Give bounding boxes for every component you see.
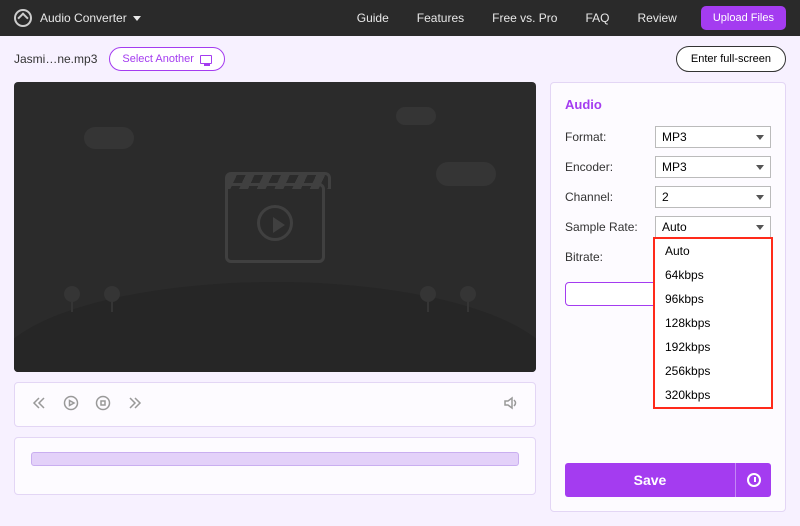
- format-label: Format:: [565, 130, 655, 144]
- channel-row: Channel: 2: [565, 186, 771, 208]
- nav-guide[interactable]: Guide: [357, 11, 389, 25]
- bitrate-dropdown: Auto 64kbps 96kbps 128kbps 192kbps 256kb…: [653, 237, 773, 409]
- select-another-button[interactable]: Select Another: [109, 47, 225, 71]
- playback-controls: [14, 382, 536, 427]
- monitor-icon: [200, 55, 212, 64]
- decoration-cloud: [84, 127, 134, 149]
- encoder-row: Encoder: MP3: [565, 156, 771, 178]
- chevron-down-icon: [133, 16, 141, 21]
- select-another-label: Select Another: [122, 53, 194, 65]
- play-button[interactable]: [63, 395, 79, 414]
- save-button[interactable]: Save: [565, 463, 735, 497]
- save-schedule-button[interactable]: [735, 463, 771, 497]
- format-value: MP3: [662, 130, 687, 144]
- nav-faq[interactable]: FAQ: [585, 11, 609, 25]
- save-row: Save: [565, 463, 771, 497]
- play-placeholder-icon: [257, 205, 293, 241]
- decoration-tree: [460, 282, 476, 312]
- chevron-down-icon: [756, 225, 764, 230]
- settings-panel: Audio Format: MP3 Encoder: MP3 Channel: …: [550, 82, 786, 512]
- format-row: Format: MP3: [565, 126, 771, 148]
- clock-icon: [747, 473, 761, 487]
- progress-bar[interactable]: [31, 452, 519, 466]
- bitrate-option-auto[interactable]: Auto: [655, 239, 771, 263]
- progress-panel: [14, 437, 536, 495]
- decoration-cloud: [436, 162, 496, 186]
- decoration-tree: [104, 282, 120, 312]
- decoration-tree: [420, 282, 436, 312]
- nav-free-vs-pro[interactable]: Free vs. Pro: [492, 11, 557, 25]
- encoder-select[interactable]: MP3: [655, 156, 771, 178]
- bitrate-option-64[interactable]: 64kbps: [655, 263, 771, 287]
- format-select[interactable]: MP3: [655, 126, 771, 148]
- fullscreen-button[interactable]: Enter full-screen: [676, 46, 786, 72]
- app-title-text: Audio Converter: [40, 11, 127, 25]
- nav-review[interactable]: Review: [638, 11, 677, 25]
- main-nav: Guide Features Free vs. Pro FAQ Review: [357, 11, 677, 25]
- current-filename: Jasmi…ne.mp3: [14, 52, 97, 66]
- app-logo-icon: [14, 9, 32, 27]
- channel-select[interactable]: 2: [655, 186, 771, 208]
- rewind-button[interactable]: [31, 395, 47, 414]
- main-area: Audio Format: MP3 Encoder: MP3 Channel: …: [0, 82, 800, 526]
- sample-rate-label: Sample Rate:: [565, 220, 655, 234]
- chevron-down-icon: [756, 165, 764, 170]
- app-header: Audio Converter Guide Features Free vs. …: [0, 0, 800, 36]
- chevron-down-icon: [756, 135, 764, 140]
- audio-section-title: Audio: [565, 97, 771, 112]
- decoration-cloud: [396, 107, 436, 125]
- encoder-label: Encoder:: [565, 160, 655, 174]
- nav-features[interactable]: Features: [417, 11, 464, 25]
- forward-button[interactable]: [127, 395, 143, 414]
- sample-rate-select[interactable]: Auto: [655, 216, 771, 238]
- media-preview: [14, 82, 536, 372]
- bitrate-option-96[interactable]: 96kbps: [655, 287, 771, 311]
- clapperboard-icon: [225, 183, 325, 263]
- bitrate-option-192[interactable]: 192kbps: [655, 335, 771, 359]
- decoration-hill: [14, 282, 536, 372]
- app-title-dropdown[interactable]: Audio Converter: [40, 11, 141, 25]
- bitrate-option-256[interactable]: 256kbps: [655, 359, 771, 383]
- encoder-value: MP3: [662, 160, 687, 174]
- toolbar: Jasmi…ne.mp3 Select Another Enter full-s…: [0, 36, 800, 82]
- sample-rate-row: Sample Rate: Auto: [565, 216, 771, 238]
- chevron-down-icon: [756, 195, 764, 200]
- sample-rate-value: Auto: [662, 220, 687, 234]
- left-column: [14, 82, 536, 512]
- upload-files-button[interactable]: Upload Files: [701, 6, 786, 30]
- bitrate-option-128[interactable]: 128kbps: [655, 311, 771, 335]
- stop-button[interactable]: [95, 395, 111, 414]
- channel-value: 2: [662, 190, 669, 204]
- channel-label: Channel:: [565, 190, 655, 204]
- decoration-tree: [64, 282, 80, 312]
- volume-button[interactable]: [503, 395, 519, 414]
- bitrate-option-320[interactable]: 320kbps: [655, 383, 771, 407]
- bitrate-label: Bitrate:: [565, 250, 655, 264]
